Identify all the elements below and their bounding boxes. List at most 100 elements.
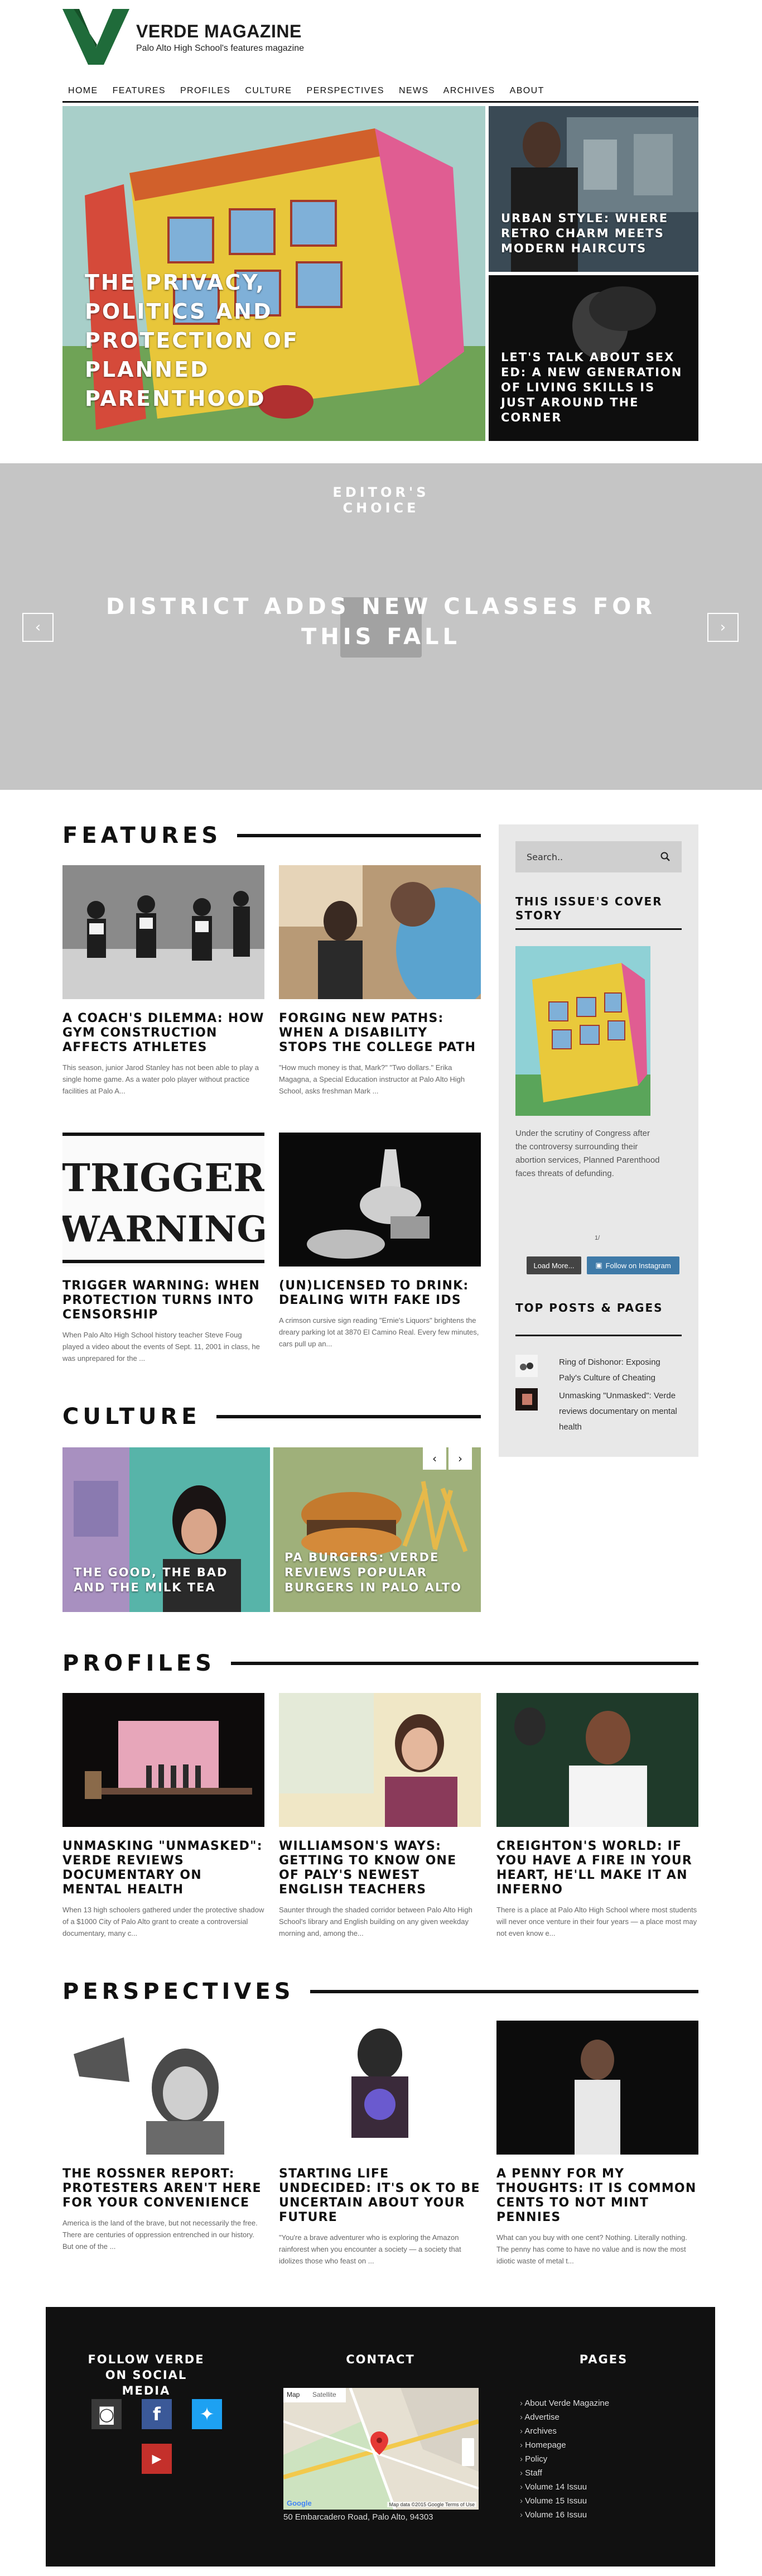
feature-card[interactable]: TRIGGER WARNING TRIGGER WARNING: WHEN PR…	[62, 1133, 264, 1364]
culture-heading: CULTURE	[62, 1404, 481, 1429]
map-tab-satellite[interactable]: Satellite	[312, 2391, 336, 2398]
cover-image[interactable]	[515, 946, 650, 1116]
profile-card[interactable]: WILLIAMSON'S WAYS: GETTING TO KNOW ONE O…	[279, 1693, 481, 1939]
feature-excerpt: A crimson cursive sign reading "Ernie's …	[279, 1316, 479, 1348]
nav-news[interactable]: NEWS	[393, 83, 435, 101]
feature-card[interactable]: (UN)LICENSED TO DRINK: DEALING WITH FAKE…	[279, 1133, 481, 1350]
top-post-title[interactable]: Unmasking "Unmasked": Verde reviews docu…	[559, 1388, 682, 1435]
cover-pagination: 1/	[595, 1235, 600, 1241]
feature-title[interactable]: (UN)LICENSED TO DRINK: DEALING WITH FAKE…	[279, 1279, 481, 1308]
contact-map[interactable]: Map Satellite Google Map data ©2015 Goog…	[283, 2388, 479, 2510]
feature-title[interactable]: TRIGGER WARNING: WHEN PROTECTION TURNS I…	[62, 1279, 264, 1322]
top-post-thumb[interactable]	[515, 1388, 538, 1411]
trigger-art-line2: WARNING	[62, 1208, 264, 1250]
page-link[interactable]: Homepage	[520, 2438, 609, 2452]
feature-title[interactable]: A COACH'S DILEMMA: HOW GYM CONSTRUCTION …	[62, 1011, 264, 1055]
feature-title[interactable]: FORGING NEW PATHS: WHEN A DISABILITY STO…	[279, 1011, 481, 1055]
page-link[interactable]: Volume 14 Issuu	[520, 2480, 609, 2494]
culture-slide[interactable]: THE GOOD, THE BAD AND THE MILK TEA	[62, 1447, 270, 1612]
brand-tagline: Palo Alto High School's features magazin…	[136, 44, 305, 53]
profile-thumb[interactable]	[62, 1693, 264, 1827]
feature-card[interactable]: FORGING NEW PATHS: WHEN A DISABILITY STO…	[279, 865, 481, 1097]
map-zoom-control[interactable]	[462, 2438, 474, 2466]
perspective-thumb[interactable]	[496, 2021, 698, 2155]
profile-title[interactable]: UNMASKING "UNMASKED": VERDE REVIEWS DOCU…	[62, 1839, 264, 1897]
perspective-title[interactable]: A PENNY FOR MY THOUGHTS: IT IS COMMON CE…	[496, 2167, 698, 2225]
brand-name[interactable]: VERDE MAGAZINE	[136, 21, 302, 42]
follow-instagram-button[interactable]: ▣ Follow on Instagram	[587, 1256, 679, 1274]
slider-prev-button[interactable]: ‹	[22, 613, 54, 642]
main-nav: HOME FEATURES PROFILES CULTURE PERSPECTI…	[62, 83, 698, 103]
page-link[interactable]: Staff	[520, 2466, 609, 2480]
sidebar: Search.. THIS ISSUE'S COVER STORY Under …	[499, 824, 698, 1457]
hero-side-story-top[interactable]: URBAN STYLE: WHERE RETRO CHARM MEETS MOD…	[489, 106, 698, 272]
feature-card[interactable]: A COACH'S DILEMMA: HOW GYM CONSTRUCTION …	[62, 865, 264, 1097]
hero-side-bottom-title[interactable]: LET'S TALK ABOUT SEX ED: A NEW GENERATIO…	[501, 350, 685, 425]
profile-title[interactable]: WILLIAMSON'S WAYS: GETTING TO KNOW ONE O…	[279, 1839, 481, 1897]
hero-side-top-title[interactable]: URBAN STYLE: WHERE RETRO CHARM MEETS MOD…	[501, 211, 685, 256]
verde-logo-icon[interactable]	[62, 9, 129, 65]
chevron-right-icon: ›	[458, 1452, 462, 1465]
facebook-icon[interactable]: f	[142, 2399, 172, 2429]
heading-rule	[237, 834, 481, 837]
cover-story-text: Under the scrutiny of Congress after the…	[515, 1129, 660, 1178]
top-post-thumb[interactable]	[515, 1355, 538, 1377]
page-link[interactable]: Policy	[520, 2452, 609, 2466]
youtube-icon[interactable]: ▶	[142, 2444, 172, 2474]
profile-card[interactable]: CREIGHTON'S WORLD: IF YOU HAVE A FIRE IN…	[496, 1693, 698, 1939]
nav-features[interactable]: FEATURES	[107, 83, 171, 101]
perspective-card[interactable]: THE ROSSNER REPORT: PROTESTERS AREN'T HE…	[62, 2021, 264, 2252]
map-tab-map[interactable]: Map	[287, 2391, 300, 2398]
contact-address: 50 Embarcadero Road, Palo Alto, 94303	[283, 2512, 433, 2522]
feature-thumb[interactable]: TRIGGER WARNING	[62, 1133, 264, 1267]
perspective-card[interactable]: A PENNY FOR MY THOUGHTS: IT IS COMMON CE…	[496, 2021, 698, 2267]
page-link[interactable]: Archives	[520, 2424, 609, 2438]
search-input[interactable]: Search..	[515, 841, 682, 872]
nav-perspectives[interactable]: PERSPECTIVES	[301, 83, 390, 101]
perspective-thumb[interactable]	[279, 2021, 481, 2155]
contact-heading: CONTACT	[346, 2353, 415, 2366]
profile-title[interactable]: CREIGHTON'S WORLD: IF YOU HAVE A FIRE IN…	[496, 1839, 698, 1897]
page-link[interactable]: Volume 15 Issuu	[520, 2494, 609, 2508]
culture-prev-button[interactable]: ‹	[423, 1447, 446, 1470]
profile-excerpt: When 13 high schoolers gathered under th…	[62, 1906, 264, 1937]
heading-rule	[515, 928, 682, 930]
perspective-title[interactable]: THE ROSSNER REPORT: PROTESTERS AREN'T HE…	[62, 2167, 264, 2210]
feature-thumb[interactable]	[62, 865, 264, 999]
editors-choice-title[interactable]: DISTRICT ADDS NEW CLASSES FOR THIS FALL	[0, 592, 762, 652]
nav-culture[interactable]: CULTURE	[239, 83, 297, 101]
top-post-title[interactable]: Ring of Dishonor: Exposing Paly's Cultur…	[559, 1355, 682, 1386]
profile-thumb[interactable]	[496, 1693, 698, 1827]
culture-slide-title[interactable]: PA BURGERS: VERDE REVIEWS POPULAR BURGER…	[284, 1550, 469, 1595]
feature-thumb[interactable]	[279, 865, 481, 999]
google-logo: Google	[287, 2499, 312, 2507]
hero-main-story[interactable]: THE PRIVACY, POLITICS AND PROTECTION OF …	[62, 106, 485, 441]
profile-thumb[interactable]	[279, 1693, 481, 1827]
page-link[interactable]: About Verde Magazine	[520, 2396, 609, 2410]
hero-side-story-bottom[interactable]: LET'S TALK ABOUT SEX ED: A NEW GENERATIO…	[489, 275, 698, 441]
perspective-thumb[interactable]	[62, 2021, 264, 2155]
hero-main-title[interactable]: THE PRIVACY, POLITICS AND PROTECTION OF …	[85, 268, 375, 413]
perspective-title[interactable]: STARTING LIFE UNDECIDED: IT'S OK TO BE U…	[279, 2167, 481, 2225]
culture-slide[interactable]: PA BURGERS: VERDE REVIEWS POPULAR BURGER…	[273, 1447, 481, 1612]
instagram-icon[interactable]: ◙	[91, 2399, 122, 2429]
nav-profiles[interactable]: PROFILES	[175, 83, 236, 101]
nav-archives[interactable]: ARCHIVES	[438, 83, 501, 101]
page-link[interactable]: Volume 16 Issuu	[520, 2508, 609, 2522]
search-icon[interactable]	[660, 852, 671, 862]
profiles-heading: PROFILES	[62, 1651, 698, 1676]
page-link[interactable]: Advertise	[520, 2410, 609, 2424]
culture-slide-title[interactable]: THE GOOD, THE BAD AND THE MILK TEA	[74, 1565, 258, 1595]
load-more-button[interactable]: Load More...	[527, 1256, 581, 1274]
slider-next-button[interactable]: ›	[707, 613, 739, 642]
profile-card[interactable]: UNMASKING "UNMASKED": VERDE REVIEWS DOCU…	[62, 1693, 264, 1939]
nav-home[interactable]: HOME	[62, 83, 104, 101]
top-post-item[interactable]: Ring of Dishonor: Exposing Paly's Cultur…	[515, 1355, 682, 1386]
top-post-item[interactable]: Unmasking "Unmasked": Verde reviews docu…	[515, 1388, 682, 1435]
perspective-card[interactable]: STARTING LIFE UNDECIDED: IT'S OK TO BE U…	[279, 2021, 481, 2267]
feature-thumb[interactable]	[279, 1133, 481, 1267]
nav-about[interactable]: ABOUT	[504, 83, 550, 101]
twitter-icon[interactable]: ✦	[192, 2399, 222, 2429]
culture-next-button[interactable]: ›	[448, 1447, 472, 1470]
search-placeholder: Search..	[527, 851, 563, 862]
